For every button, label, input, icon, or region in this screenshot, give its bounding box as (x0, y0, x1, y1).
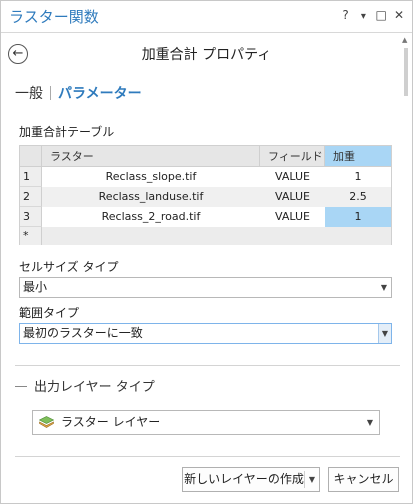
chevron-down-icon[interactable]: ▼ (378, 324, 391, 343)
section-divider (15, 365, 400, 366)
new-row[interactable] (42, 227, 391, 245)
cell-raster[interactable]: Reclass_slope.tif (42, 167, 260, 187)
table-row[interactable]: Reclass_landuse.tif VALUE 2.5 (42, 187, 391, 207)
table-corner (20, 146, 42, 167)
title-bar: ラスター関数 ? ▾ □ ✕ (1, 1, 412, 33)
new-row-marker[interactable]: * (20, 227, 42, 245)
raster-layer-icon (39, 416, 54, 428)
cell-raster[interactable]: Reclass_landuse.tif (42, 187, 260, 207)
split-divider (304, 471, 305, 488)
weighted-sum-table: ラスター フィールド 加重 1 Reclass_slope.tif VALUE … (19, 145, 392, 245)
cell-raster[interactable]: Reclass_2_road.tif (42, 207, 260, 227)
tab-general[interactable]: 一般 (15, 86, 43, 102)
tab-parameters[interactable]: パラメーター (58, 86, 142, 102)
cell-size-type-label: セルサイズ タイプ (19, 260, 119, 274)
output-layer-type-label: 出力レイヤー タイプ (34, 380, 155, 395)
close-icon[interactable]: ✕ (392, 8, 406, 22)
raster-function-panel: ラスター関数 ? ▾ □ ✕ ▲ ← 加重合計 プロパティ 一般 パラメーター 加… (0, 0, 413, 504)
row-number[interactable]: 3 (20, 207, 42, 227)
extent-type-dropdown[interactable]: 最初のラスターに一致 ▼ (19, 323, 392, 344)
tab-separator (50, 86, 51, 100)
cell-size-type-value: 最小 (23, 280, 48, 294)
cell-weight[interactable]: 2.5 (325, 187, 391, 207)
scroll-up-icon[interactable]: ▲ (402, 36, 407, 44)
output-layer-type-dropdown[interactable]: ラスター レイヤー ▼ (32, 410, 380, 435)
cell-field[interactable]: VALUE (260, 187, 325, 207)
restore-icon[interactable]: □ (374, 8, 388, 22)
help-icon[interactable]: ? (339, 8, 353, 22)
column-header-raster[interactable]: ラスター (42, 146, 260, 167)
row-number[interactable]: 1 (20, 167, 42, 187)
table-row[interactable]: Reclass_slope.tif VALUE 1 (42, 167, 391, 187)
output-layer-type-value: ラスター レイヤー (61, 415, 161, 429)
window-controls: ? ▾ □ ✕ (339, 8, 406, 22)
cell-weight[interactable]: 1 (325, 167, 391, 187)
cell-field[interactable]: VALUE (260, 207, 325, 227)
table-row[interactable]: Reclass_2_road.tif VALUE 1 (42, 207, 391, 227)
extent-type-value: 最初のラスターに一致 (23, 326, 143, 340)
weighted-sum-table-label: 加重合計テーブル (19, 125, 115, 139)
cell-field[interactable]: VALUE (260, 167, 325, 187)
window-title: ラスター関数 (9, 8, 99, 26)
create-new-layer-label: 新しいレイヤーの作成 (184, 472, 304, 486)
tab-strip: 一般 パラメーター (15, 83, 142, 103)
cell-weight-selected[interactable]: 1 (325, 207, 391, 227)
chevron-down-icon: ▼ (366, 418, 373, 427)
page-title: 加重合計 プロパティ (141, 47, 272, 63)
collapse-dash-icon (15, 386, 27, 387)
column-header-field[interactable]: フィールド (260, 146, 325, 167)
menu-arrow-icon[interactable]: ▾ (356, 11, 370, 22)
row-number[interactable]: 2 (20, 187, 42, 207)
extent-type-label: 範囲タイプ (19, 306, 80, 320)
output-layer-type-header[interactable]: 出力レイヤー タイプ (15, 376, 155, 395)
cancel-button[interactable]: キャンセル (328, 467, 399, 492)
column-header-weight[interactable]: 加重 (325, 146, 391, 167)
footer-divider (15, 456, 400, 457)
chevron-down-icon: ▼ (380, 283, 387, 292)
create-new-layer-button[interactable]: 新しいレイヤーの作成 ▼ (182, 467, 320, 492)
cell-size-type-dropdown[interactable]: 最小 ▼ (19, 277, 392, 298)
chevron-down-icon[interactable]: ▼ (309, 468, 315, 491)
